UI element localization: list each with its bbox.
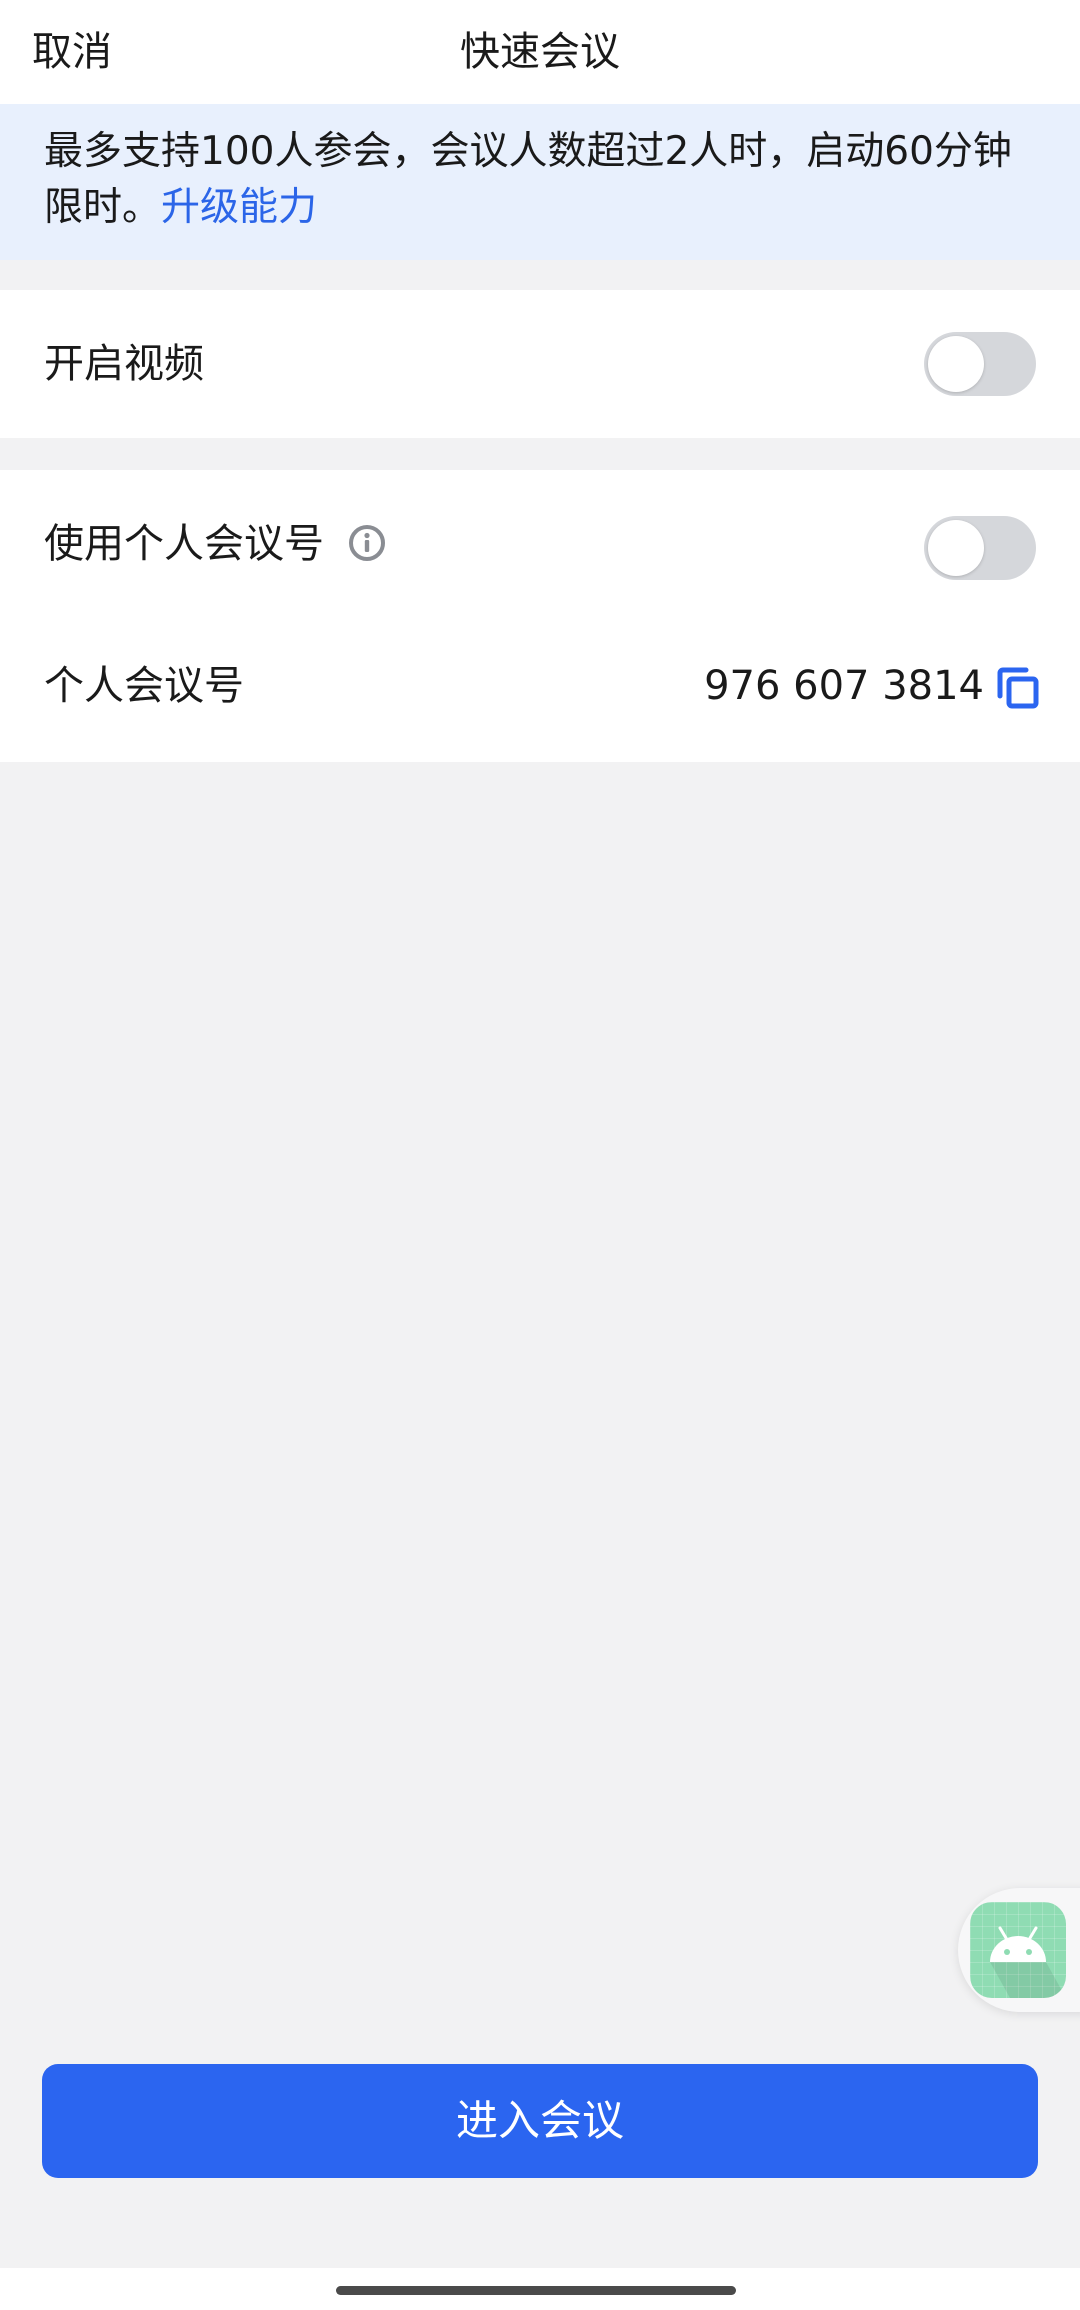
copy-icon[interactable] [996, 666, 1040, 710]
upgrade-link[interactable]: 升级能力 [161, 185, 317, 230]
use-pmi-toggle[interactable] [924, 516, 1036, 580]
quick-meeting-screen: 取消 快速会议 最多支持100人参会，会议人数超过2人时，启动60分钟限时。升级… [0, 0, 1080, 2310]
android-icon [970, 1902, 1066, 1998]
use-pmi-label: 使用个人会议号 [44, 521, 324, 567]
pmi-number: 976 607 3814 [704, 663, 984, 709]
toggle-knob [928, 520, 984, 576]
home-indicator[interactable] [336, 2286, 736, 2295]
toggle-knob [928, 336, 984, 392]
floating-assistant[interactable] [958, 1888, 1080, 2012]
enter-meeting-button[interactable]: 进入会议 [42, 2064, 1038, 2178]
page-title: 快速会议 [460, 29, 620, 75]
video-settings-card: 开启视频 [0, 290, 1080, 438]
info-icon[interactable] [348, 524, 386, 562]
limit-notice-banner: 最多支持100人参会，会议人数超过2人时，启动60分钟限时。升级能力 [0, 104, 1080, 260]
pmi-label: 个人会议号 [44, 663, 244, 709]
video-toggle[interactable] [924, 332, 1036, 396]
header-bar: 取消 快速会议 [0, 0, 1080, 104]
video-toggle-label: 开启视频 [44, 341, 204, 387]
personal-meeting-card: 使用个人会议号 个人会议号 976 607 3814 [0, 470, 1080, 762]
